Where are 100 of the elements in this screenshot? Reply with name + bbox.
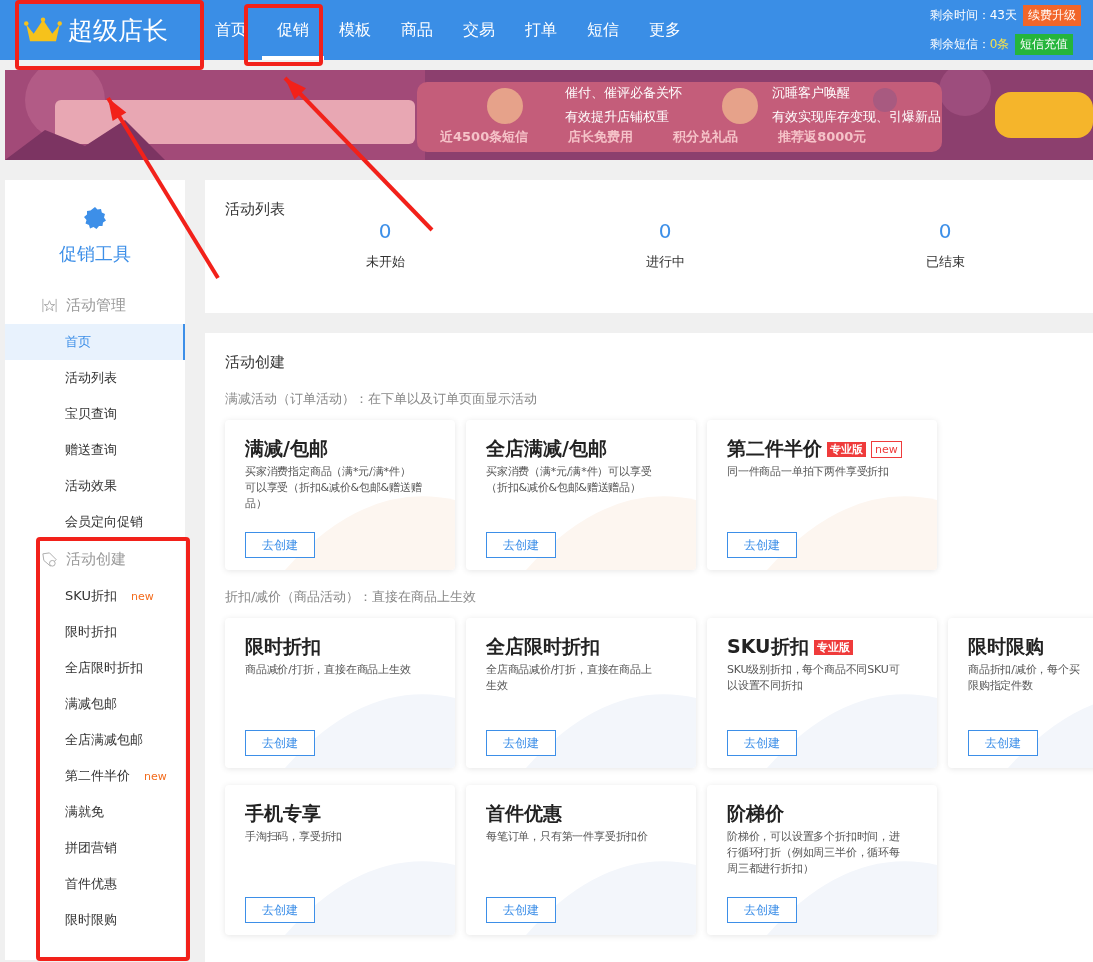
card-description: 商品减价/打折，直接在商品上生效 xyxy=(245,662,412,678)
sidebar-item-label: 会员定向促销 xyxy=(65,513,143,531)
new-label: new xyxy=(144,769,167,783)
sidebar-item-label: 限时折扣 xyxy=(65,623,117,641)
banner-perk: 近4500条短信 xyxy=(440,128,529,146)
sidebar-item-label: 首页 xyxy=(65,333,91,351)
stat-value[interactable]: 0 xyxy=(938,219,952,243)
card-description: 品） xyxy=(245,496,268,512)
nav-tab[interactable]: 更多 xyxy=(634,0,696,60)
sidebar-item[interactable]: 限时限购 xyxy=(5,902,185,938)
edition-tag: 专业版 xyxy=(827,441,866,457)
create-button[interactable]: 去创建 xyxy=(486,897,556,923)
nav-tab[interactable]: 商品 xyxy=(386,0,448,60)
sidebar-title: 促销工具 xyxy=(59,242,131,266)
star-frame-icon xyxy=(41,296,58,314)
banner-text: 有效提升店铺权重 xyxy=(565,108,670,126)
card-description: 买家消费（满*元/满*件）可以享受 xyxy=(486,464,653,480)
sidebar-item[interactable]: 第二件半价 new xyxy=(5,758,185,794)
create-button[interactable]: 去创建 xyxy=(245,897,315,923)
card-title: 全店满减/包邮 xyxy=(486,436,607,461)
nav-tab[interactable]: 交易 xyxy=(448,0,510,60)
nav-tab[interactable]: 短信 xyxy=(572,0,634,60)
card-title: SKU折扣 xyxy=(727,634,809,659)
card-description: 手淘扫码，享受折扣 xyxy=(245,829,344,845)
nav-tab[interactable]: 模板 xyxy=(324,0,386,60)
create-button[interactable]: 去创建 xyxy=(968,730,1038,756)
sidebar-item[interactable]: 宝贝查询 xyxy=(5,396,185,432)
create-button[interactable]: 去创建 xyxy=(727,532,797,558)
banner-perk: 推荐返8000元 xyxy=(778,128,867,146)
stat-label: 未开始 xyxy=(365,253,405,271)
stat-label: 已结束 xyxy=(925,253,965,271)
create-button[interactable]: 去创建 xyxy=(245,730,315,756)
sidebar-item[interactable]: 首件优惠 xyxy=(5,866,185,902)
group-caption: 折扣/减价（商品活动）：直接在商品上生效 xyxy=(225,588,478,606)
edition-tag: new xyxy=(871,440,902,458)
remaining-sms-label: 剩余短信： xyxy=(929,36,990,53)
card-title: 全店限时折扣 xyxy=(486,634,600,659)
sidebar-item[interactable]: 首页 xyxy=(5,324,185,360)
create-button[interactable]: 去创建 xyxy=(727,897,797,923)
create-button[interactable]: 去创建 xyxy=(486,730,556,756)
sidebar-item[interactable]: 满就免 xyxy=(5,794,185,830)
card-description: （折扣&减价&包邮&赠送赠品） xyxy=(486,480,642,496)
banner-text: 有效实现库存变现、引爆新品 xyxy=(772,108,941,126)
sidebar-item[interactable]: 活动列表 xyxy=(5,360,185,396)
sidebar-item-label: SKU折扣 xyxy=(65,587,117,605)
card-title: 首件优惠 xyxy=(486,801,562,826)
sidebar-section-title: 活动管理 xyxy=(66,295,126,315)
card-description: SKU级别折扣，每个商品不同SKU可 xyxy=(727,662,901,678)
remaining-time: 剩余时间：43天 xyxy=(929,7,1017,24)
sidebar-item-label: 宝贝查询 xyxy=(65,405,117,423)
sidebar-item-label: 满减包邮 xyxy=(65,695,117,713)
create-button[interactable]: 去创建 xyxy=(486,532,556,558)
card-description: 商品折扣/减价，每个买 xyxy=(968,662,1081,678)
sidebar-item[interactable]: 会员定向促销 xyxy=(5,504,185,540)
stat-value[interactable]: 0 xyxy=(378,219,392,243)
sidebar-item[interactable]: 满减包邮 xyxy=(5,686,185,722)
card-description: 生效 xyxy=(486,678,509,694)
sidebar-item[interactable]: 活动效果 xyxy=(5,468,185,504)
stat-value[interactable]: 0 xyxy=(658,219,672,243)
card-title: 阶梯价 xyxy=(727,801,784,826)
recharge-button[interactable]: 短信充值 xyxy=(1015,34,1074,55)
sidebar-item-label: 满就免 xyxy=(65,803,104,821)
nav-tab[interactable]: 打单 xyxy=(510,0,572,60)
sidebar-item[interactable]: 全店限时折扣 xyxy=(5,650,185,686)
app-name: 超级店长 xyxy=(68,14,168,47)
sidebar-section-title: 活动创建 xyxy=(66,549,126,569)
create-button[interactable]: 去创建 xyxy=(727,730,797,756)
remaining-sms-value: 0条 xyxy=(989,36,1010,53)
sidebar-item-label: 全店限时折扣 xyxy=(65,659,143,677)
sidebar-item[interactable]: 拼团营销 xyxy=(5,830,185,866)
crown-icon xyxy=(24,17,62,43)
renew-button[interactable]: 续费升级 xyxy=(1023,5,1081,26)
tag-icon xyxy=(41,550,58,568)
card-description: 买家消费指定商品（满*元/满*件） xyxy=(245,464,412,480)
card-title: 手机专享 xyxy=(245,801,321,826)
sidebar-item[interactable]: 赠送查询 xyxy=(5,432,185,468)
sidebar-item-label: 首件优惠 xyxy=(65,875,117,893)
card-title: 满减/包邮 xyxy=(245,436,328,461)
sidebar-item-label: 赠送查询 xyxy=(65,441,117,459)
card-description: 行循环打折（例如周三半价，循环每 xyxy=(727,845,901,861)
create-button[interactable]: 去创建 xyxy=(245,532,315,558)
sidebar-item[interactable]: SKU折扣 new xyxy=(5,578,185,614)
nav-tab[interactable]: 促销 xyxy=(262,0,324,60)
card-description: 阶梯价，可以设置多个折扣时间，进 xyxy=(727,829,901,845)
panel-title: 活动创建 xyxy=(225,353,286,372)
edition-tag: 专业版 xyxy=(813,639,853,655)
group-caption: 满减活动（订单活动）：在下单以及订单页面显示活动 xyxy=(225,390,538,408)
card-description: 可以享受（折扣&减价&包邮&赠送赠 xyxy=(245,480,423,496)
sidebar-item[interactable]: 全店满减包邮 xyxy=(5,722,185,758)
banner-perk: 店长免费用 xyxy=(568,128,634,146)
sidebar-item-label: 第二件半价 xyxy=(65,767,130,785)
sidebar-item-label: 全店满减包邮 xyxy=(65,731,143,749)
sidebar-item-label: 活动效果 xyxy=(65,477,117,495)
sidebar-item-label: 活动列表 xyxy=(65,369,117,387)
card-description: 同一件商品一单拍下两件享受折扣 xyxy=(727,464,890,480)
banner-text: 沉睡客户唤醒 xyxy=(772,84,851,102)
sidebar-item-label: 限时限购 xyxy=(65,911,117,929)
card-description: 周三都进行折扣） xyxy=(727,861,815,877)
sidebar-item[interactable]: 限时折扣 xyxy=(5,614,185,650)
stat-label: 进行中 xyxy=(645,253,685,271)
